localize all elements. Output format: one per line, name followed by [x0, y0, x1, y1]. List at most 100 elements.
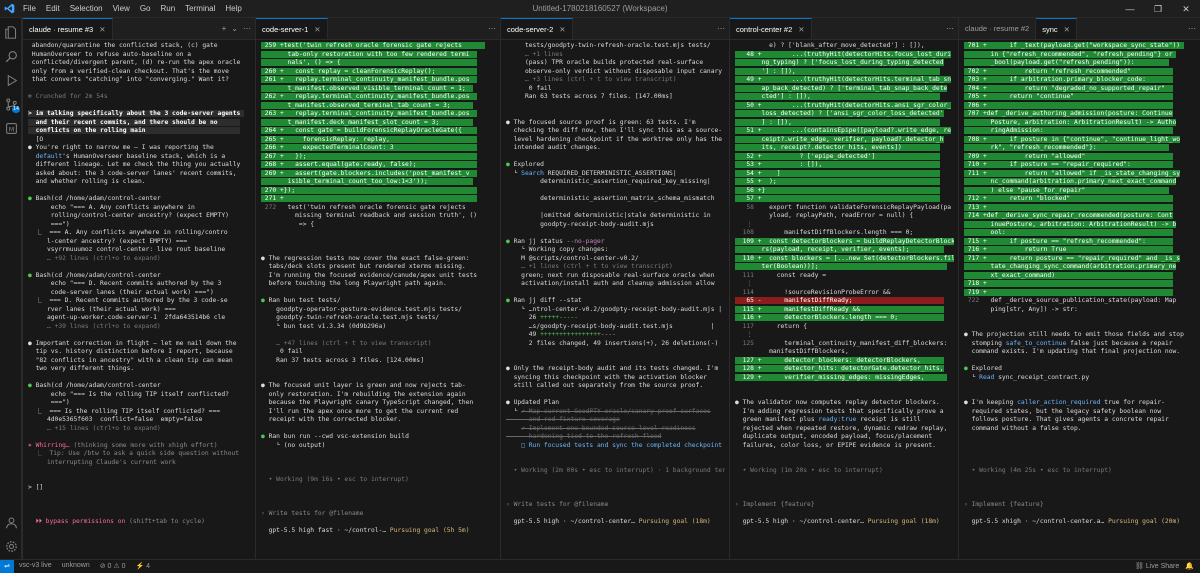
- editor-tab[interactable]: claude · resume #2: [959, 18, 1037, 39]
- terminal-line: tate_changing_sync_command(arbitration.p…: [964, 263, 1196, 272]
- status-item[interactable]: ⊘ 0 ⚠ 0: [95, 562, 131, 570]
- terminal-output[interactable]: tests/goodpty-twin-refresh-oracle.test.m…: [501, 40, 729, 559]
- notifications-bell-icon[interactable]: 🔔: [1185, 562, 1194, 570]
- terminal-line: ● The validator now computes replay dete…: [735, 399, 954, 408]
- terminal-text: ----: [600, 331, 616, 338]
- menu-edit[interactable]: Edit: [41, 4, 65, 13]
- close-window-icon[interactable]: ✕: [1172, 0, 1200, 18]
- status-item[interactable]: vsc-v3 live: [14, 562, 57, 570]
- terminal-line: 705 + return "continue": [964, 93, 1196, 102]
- account-icon[interactable]: [3, 514, 19, 530]
- tab-label: code-server-1: [262, 24, 309, 34]
- terminal-line: 125 terminal_continuity_manifest_diff_bl…: [735, 340, 954, 349]
- explorer-icon[interactable]: [3, 24, 19, 40]
- terminal-text: Ran bun test tests/: [264, 297, 341, 304]
- close-icon[interactable]: ✕: [314, 25, 320, 34]
- terminal-text: 264 + const gate = buildForensicReplayOr…: [261, 127, 478, 134]
- terminal-text: +++++-----: [540, 314, 579, 321]
- editor-tab[interactable]: control-center #2 ✕: [730, 18, 812, 39]
- maximize-icon[interactable]: ❐: [1144, 0, 1172, 18]
- terminal-line: ⋮: [735, 221, 954, 230]
- tab-bar: claude · resume #2 sync ✕ ⋯: [959, 18, 1200, 40]
- more-actions-icon[interactable]: ⋯: [1188, 24, 1196, 33]
- more-actions-icon[interactable]: ⋯: [243, 24, 251, 33]
- settings-gear-icon[interactable]: [3, 538, 19, 554]
- terminal-line: □ Run focused tests and sync the complet…: [506, 442, 725, 451]
- terminal-line: ⎿ === D. Recent commits authored by the …: [28, 297, 251, 306]
- terminal-text: 710 + if posture == "repair_required":: [964, 161, 1173, 168]
- menu-selection[interactable]: Selection: [65, 4, 108, 13]
- terminal-text: _bool(payload.get("refresh_pending")):: [964, 59, 1169, 66]
- close-icon[interactable]: ✕: [559, 25, 565, 34]
- terminal-line: ● Only the receipt-body audit and its te…: [506, 365, 725, 374]
- terminal-line: … +47 lines (ctrl + t to view transcript…: [261, 340, 496, 349]
- terminal-output[interactable]: 259 +test('twin refresh oracle forensic …: [256, 40, 500, 559]
- menu-view[interactable]: View: [108, 4, 135, 13]
- terminal-output[interactable]: abandon/quarantine the conflicted stack,…: [23, 40, 255, 559]
- editor-tab[interactable]: code-server-1 ✕: [256, 18, 328, 39]
- terminal-line: ● Updated Plan: [506, 399, 725, 408]
- close-icon[interactable]: ✕: [798, 25, 804, 34]
- terminal-line: before touching the long Playwright path…: [261, 280, 496, 289]
- terminal-text: ceipt?.write_edge, verifier, payload?.de…: [735, 135, 944, 143]
- terminal-line: 715 + if posture == "refresh_recommended…: [964, 237, 1196, 247]
- live-share-status[interactable]: ⛓ Live Share: [1135, 562, 1179, 570]
- more-actions-icon[interactable]: ⋯: [488, 24, 496, 33]
- chevron-down-icon[interactable]: ⌄: [231, 24, 238, 33]
- tab-label: sync: [1042, 24, 1058, 34]
- terminal-text: (pass) TPR oracle builds protected real-…: [506, 59, 704, 66]
- status-item[interactable]: ⚡ 4: [130, 562, 155, 570]
- terminal-text: ● I'm keeping: [964, 399, 1018, 406]
- run-debug-icon[interactable]: [3, 72, 19, 88]
- terminal-text: checking the diff now, then I'll sync th…: [506, 127, 723, 134]
- minimize-icon[interactable]: —: [1116, 0, 1144, 18]
- menu-run[interactable]: Run: [155, 4, 180, 13]
- terminal-output[interactable]: e) ? ['blank_after_move_detected'] : [])…: [730, 40, 958, 559]
- terminal-text: 114: [735, 288, 785, 296]
- status-item[interactable]: unknown: [57, 562, 95, 570]
- terminal-line: ⏵⏵ bypass permissions on (shift+tab to c…: [28, 518, 251, 527]
- remote-indicator-icon[interactable]: ⇌: [0, 559, 14, 573]
- terminal-text: return {: [776, 322, 808, 330]
- menu-file[interactable]: File: [18, 4, 41, 13]
- terminal-line: 127 + detector_blockers: detectorBlocker…: [735, 356, 954, 366]
- terminal-output[interactable]: 701 + if _text(payload.get("workspace_sy…: [959, 40, 1200, 559]
- search-icon[interactable]: [3, 48, 19, 64]
- terminal-line: l-center ancestry? (expect EMPTY) ===: [28, 238, 251, 247]
- terminal-text: tabs/deck slots present but rendered xte…: [261, 263, 466, 270]
- extensions-icon[interactable]: M: [3, 120, 19, 136]
- terminal-line: ● I'm keeping caller_action_required tru…: [964, 399, 1196, 408]
- menu-terminal[interactable]: Terminal: [180, 4, 220, 13]
- terminal-line: ● The focused unit layer is green and no…: [261, 382, 496, 391]
- editor-tab[interactable]: claude · resume #3 ✕: [23, 18, 113, 39]
- terminal-line: ● Bash(cd /home/adam/control-center: [28, 272, 251, 281]
- terminal-line: interrupting Claude's current work: [28, 459, 251, 468]
- terminal-group-code-server-1: code-server-1 ✕ ⋯ 259 +test('twin refresh …: [255, 18, 500, 559]
- menu-help[interactable]: Help: [220, 4, 246, 13]
- menu-go[interactable]: Go: [135, 4, 156, 13]
- source-control-icon[interactable]: 14: [3, 96, 20, 113]
- terminal-text: • Working (1m 20s • esc to interrupt): [735, 467, 883, 474]
- editor-tab[interactable]: code-server-2 ✕: [501, 18, 573, 39]
- close-icon[interactable]: ✕: [99, 25, 105, 34]
- more-actions-icon[interactable]: ⋯: [717, 24, 725, 33]
- terminal-line: different lineage. Let me check the thin…: [28, 161, 251, 170]
- terminal-text: syncing this checkpoint with the activat…: [506, 373, 707, 381]
- terminal-text: Ran bun run --cwd vsc-extension build: [264, 433, 409, 440]
- terminal-line: > im talking specifically about the 3 co…: [28, 110, 251, 119]
- editor-tab[interactable]: sync ✕: [1036, 18, 1077, 39]
- terminal-line: and red fixture coverage: [506, 416, 725, 425]
- terminal-line: 701 + if _text(payload.get("workspace_sy…: [964, 42, 1196, 51]
- more-actions-icon[interactable]: ⋯: [946, 24, 954, 33]
- close-icon[interactable]: ✕: [1064, 25, 1070, 34]
- terminal-text: e) ? ['blank_after_move_detected'] : [])…: [735, 42, 925, 49]
- terminal-line: tab-only restoration with too few render…: [261, 50, 496, 60]
- new-terminal-icon[interactable]: +: [222, 24, 227, 33]
- terminal-text: ng_typing) ? ['focus_lost_during_typing_…: [735, 59, 944, 66]
- terminal-text: command exists. I'm updating that final …: [964, 348, 1181, 355]
